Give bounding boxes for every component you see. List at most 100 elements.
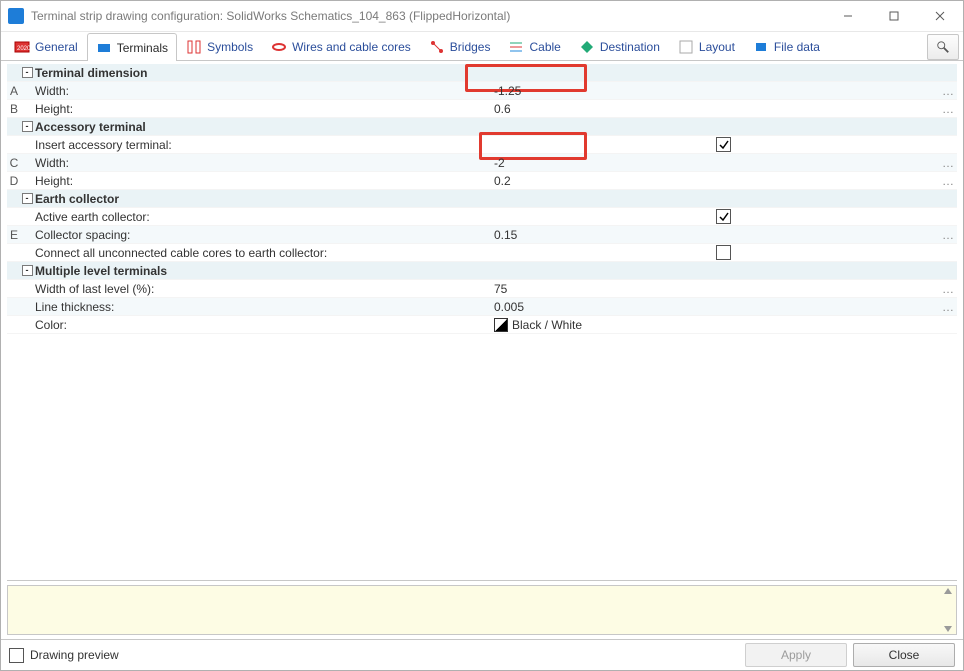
close-button[interactable] bbox=[917, 1, 963, 31]
tab-terminals[interactable]: Terminals bbox=[87, 33, 177, 61]
tab-label: Terminals bbox=[117, 41, 168, 55]
checkbox-connect-cores[interactable] bbox=[716, 245, 731, 260]
message-area bbox=[7, 585, 957, 635]
row-terminal-height[interactable]: B Height:0.6… bbox=[7, 100, 957, 118]
checkbox-insert-accessory[interactable] bbox=[716, 137, 731, 152]
window-title: Terminal strip drawing configuration: So… bbox=[31, 9, 825, 23]
tab-general[interactable]: 2020 General bbox=[5, 32, 87, 60]
row-value[interactable]: 75 bbox=[488, 282, 939, 296]
row-value[interactable]: Black / White bbox=[512, 318, 582, 332]
ellipsis-button[interactable]: … bbox=[939, 300, 957, 314]
app-icon bbox=[8, 8, 24, 24]
collapse-toggle[interactable]: - bbox=[21, 193, 33, 204]
row-label: Color: bbox=[33, 318, 488, 332]
tab-label: Symbols bbox=[207, 40, 253, 54]
tab-bridges[interactable]: Bridges bbox=[420, 32, 500, 60]
row-value[interactable]: -2 bbox=[488, 156, 939, 170]
window-buttons bbox=[825, 1, 963, 31]
row-mark: C bbox=[7, 156, 21, 170]
section-terminal-dimension: -Terminal dimension bbox=[7, 64, 957, 82]
row-label: Width: bbox=[33, 156, 488, 170]
row-terminal-width[interactable]: A Width:-1.25… bbox=[7, 82, 957, 100]
row-mark: D bbox=[7, 174, 21, 188]
button-label: Close bbox=[889, 648, 920, 662]
row-insert-accessory[interactable]: Insert accessory terminal: bbox=[7, 136, 957, 154]
ellipsis-button[interactable]: … bbox=[939, 102, 957, 116]
collapse-toggle[interactable]: - bbox=[21, 67, 33, 78]
ellipsis-button[interactable]: … bbox=[939, 84, 957, 98]
collapse-toggle[interactable]: - bbox=[21, 265, 33, 276]
apply-button[interactable]: Apply bbox=[745, 643, 847, 667]
drawing-preview-label: Drawing preview bbox=[30, 648, 119, 662]
row-active-earth[interactable]: Active earth collector: bbox=[7, 208, 957, 226]
tab-symbols[interactable]: Symbols bbox=[177, 32, 262, 60]
section-header: Multiple level terminals bbox=[33, 264, 488, 278]
tab-label: Bridges bbox=[450, 40, 491, 54]
svg-text:2020: 2020 bbox=[17, 46, 30, 52]
collapse-toggle[interactable]: - bbox=[21, 121, 33, 132]
property-grid-wrapper: -Terminal dimension AWidth:-1.25… BHeigh… bbox=[7, 64, 957, 581]
section-header: Earth collector bbox=[33, 192, 488, 206]
tab-label: Destination bbox=[600, 40, 660, 54]
ellipsis-button[interactable]: … bbox=[939, 156, 957, 170]
row-width-last-level[interactable]: Width of last level (%):75… bbox=[7, 280, 957, 298]
row-mark: A bbox=[7, 84, 21, 98]
row-value[interactable]: 0.15 bbox=[488, 228, 939, 242]
section-accessory-terminal: -Accessory terminal bbox=[7, 118, 957, 136]
tab-cable[interactable]: Cable bbox=[499, 32, 569, 60]
row-accessory-width[interactable]: C Width:-2… bbox=[7, 154, 957, 172]
section-header: Accessory terminal bbox=[33, 120, 488, 134]
row-mark: E bbox=[7, 228, 21, 242]
close-dialog-button[interactable]: Close bbox=[853, 643, 955, 667]
row-connect-cores[interactable]: Connect all unconnected cable cores to e… bbox=[7, 244, 957, 262]
row-label: Collector spacing: bbox=[33, 228, 488, 242]
row-collector-spacing[interactable]: E Collector spacing:0.15… bbox=[7, 226, 957, 244]
section-multiple-level: -Multiple level terminals bbox=[7, 262, 957, 280]
footer-bar: Drawing preview Apply Close bbox=[1, 639, 963, 670]
tab-label: Cable bbox=[529, 40, 560, 54]
tab-wires[interactable]: Wires and cable cores bbox=[262, 32, 420, 60]
section-earth-collector: -Earth collector bbox=[7, 190, 957, 208]
color-swatch-icon bbox=[494, 318, 508, 332]
tab-label: Wires and cable cores bbox=[292, 40, 411, 54]
ellipsis-button[interactable]: … bbox=[939, 228, 957, 242]
tab-layout[interactable]: Layout bbox=[669, 32, 744, 60]
tab-destination[interactable]: Destination bbox=[570, 32, 669, 60]
tab-label: General bbox=[35, 40, 78, 54]
row-value[interactable]: 0.2 bbox=[488, 174, 939, 188]
row-label: Width: bbox=[33, 84, 488, 98]
property-grid: -Terminal dimension AWidth:-1.25… BHeigh… bbox=[7, 64, 957, 580]
search-button[interactable] bbox=[927, 34, 959, 60]
maximize-button[interactable] bbox=[871, 1, 917, 31]
message-scrollbar[interactable] bbox=[940, 586, 956, 634]
section-header: Terminal dimension bbox=[33, 66, 488, 80]
tab-bar: 2020 General Terminals Symbols Wires and … bbox=[1, 32, 963, 61]
row-label: Active earth collector: bbox=[33, 210, 488, 224]
row-line-thickness[interactable]: Line thickness:0.005… bbox=[7, 298, 957, 316]
tab-filedata[interactable]: File data bbox=[744, 32, 829, 60]
row-label: Connect all unconnected cable cores to e… bbox=[33, 246, 488, 260]
tab-label: File data bbox=[774, 40, 820, 54]
row-value[interactable]: 0.005 bbox=[488, 300, 939, 314]
row-label: Width of last level (%): bbox=[33, 282, 488, 296]
tab-label: Layout bbox=[699, 40, 735, 54]
app-window: Terminal strip drawing configuration: So… bbox=[0, 0, 964, 671]
row-label: Line thickness: bbox=[33, 300, 488, 314]
row-label: Height: bbox=[33, 174, 488, 188]
minimize-button[interactable] bbox=[825, 1, 871, 31]
button-label: Apply bbox=[781, 648, 811, 662]
row-mark: B bbox=[7, 102, 21, 116]
row-accessory-height[interactable]: D Height:0.2… bbox=[7, 172, 957, 190]
row-label: Height: bbox=[33, 102, 488, 116]
ellipsis-button[interactable]: … bbox=[939, 174, 957, 188]
scroll-up-icon[interactable] bbox=[943, 586, 953, 596]
row-label: Insert accessory terminal: bbox=[33, 138, 488, 152]
scroll-down-icon[interactable] bbox=[943, 624, 953, 634]
row-color[interactable]: Color: Black / White bbox=[7, 316, 957, 334]
row-value[interactable]: -1.25 bbox=[488, 84, 939, 98]
drawing-preview-checkbox[interactable] bbox=[9, 648, 24, 663]
ellipsis-button[interactable]: … bbox=[939, 282, 957, 296]
row-value[interactable]: 0.6 bbox=[488, 102, 939, 116]
title-bar: Terminal strip drawing configuration: So… bbox=[1, 1, 963, 32]
checkbox-active-earth[interactable] bbox=[716, 209, 731, 224]
